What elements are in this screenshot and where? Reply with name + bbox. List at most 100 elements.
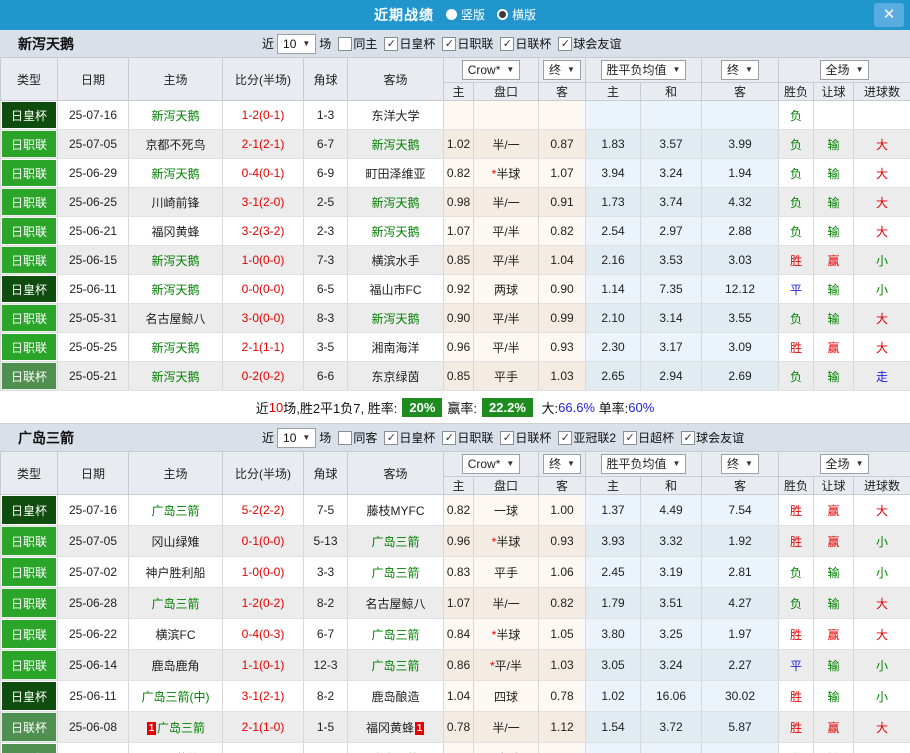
- handicap-cell: *平/半: [473, 649, 539, 681]
- odds-company-select[interactable]: Crow* ▼: [461, 454, 521, 474]
- avg-select[interactable]: 胜平负均值 ▼: [600, 454, 687, 474]
- avg-group-header: 胜平负均值 ▼: [585, 451, 702, 477]
- score-cell: 1-2(0-1): [222, 100, 304, 130]
- filter-checkbox[interactable]: ✓: [558, 430, 573, 445]
- single-rate-label: 单率:: [595, 400, 629, 416]
- date-cell: 25-06-08: [57, 711, 129, 743]
- result-goals-cell: 小: [853, 525, 910, 557]
- match-type-badge: 日职联: [2, 160, 56, 186]
- column-header: 客场: [347, 451, 444, 495]
- result-handicap-cell: [813, 100, 854, 130]
- away-team-cell: 福冈黄蜂 1: [347, 711, 444, 743]
- filter-checkbox[interactable]: ✓: [623, 430, 638, 445]
- table-row: 日职联 25-06-29 新泻天鹅 0-4(0-1) 6-9 町田泽维亚 0.82 *半球 1.…: [0, 158, 910, 188]
- layout-radio-label: 竖版: [460, 8, 485, 22]
- avg-away-cell: 2.27: [701, 649, 779, 681]
- result-wdl-cell: 负: [778, 303, 814, 333]
- filter-checkbox[interactable]: ✓: [442, 430, 457, 445]
- result-goals-cell: 大: [853, 711, 910, 743]
- odds-away-cell: 0.93: [538, 332, 586, 362]
- match-type-cell: 日职联: [0, 245, 58, 275]
- handicap-cell: 半/一: [473, 587, 539, 619]
- close-icon[interactable]: ✕: [874, 3, 904, 27]
- result-goals-cell: 大: [853, 618, 910, 650]
- home-team-cell: 名古屋鲸八: [128, 303, 223, 333]
- odds-company-select[interactable]: Crow* ▼: [461, 60, 521, 80]
- odds-away-cell: 1.03: [538, 361, 586, 391]
- avg-draw-cell: 3.74: [640, 187, 702, 217]
- layout-radio[interactable]: [497, 9, 508, 20]
- filter-checkbox[interactable]: ✓: [558, 36, 573, 51]
- scope-select[interactable]: 全场 ▼: [819, 454, 870, 474]
- filter-prefix-label: 近: [262, 37, 275, 51]
- result-handicap-cell: 赢: [813, 332, 854, 362]
- avg-draw-cell: 3.15: [640, 742, 702, 753]
- handicap-cell: 两球: [473, 274, 539, 304]
- table-row: 日职联 25-05-31 名古屋鲸八 3-0(0-0) 8-3 新泻天鹅 0.90 平/半 0.…: [0, 303, 910, 333]
- section-header: 广岛三箭近 10 ▼ 场同客 ✓ 日皇杯 ✓ 日职联 ✓ 日联杯 ✓ 亚冠联2 ✓ 日超杯 ✓ 球会友谊: [0, 424, 910, 451]
- avg-home-cell: 1.37: [585, 494, 641, 526]
- avg-draw-cell: 3.19: [640, 556, 702, 588]
- scope-select[interactable]: 全场 ▼: [819, 60, 870, 80]
- score-cell: 3-0(0-0): [222, 303, 304, 333]
- result-goals-cell: 小: [853, 556, 910, 588]
- match-type-cell: 日职联: [0, 332, 58, 362]
- recent-count-select[interactable]: 10 ▼: [277, 427, 317, 448]
- avg-select[interactable]: 胜平负均值 ▼: [600, 60, 687, 80]
- filter-checkbox[interactable]: ✓: [500, 36, 515, 51]
- odds-group-header: Crow* ▼: [443, 57, 539, 83]
- handicap-text: 半球: [496, 534, 521, 549]
- match-type-cell: 日皇杯: [0, 494, 58, 526]
- layout-radio[interactable]: [445, 9, 457, 20]
- match-type-badge: 日联杯: [2, 363, 56, 389]
- avg-away-cell: 1.97: [701, 618, 779, 650]
- result-goals-cell: 走: [853, 361, 910, 391]
- profit-rate-badge: 22.2%: [482, 397, 533, 417]
- corner-cell: 2-3: [303, 216, 348, 246]
- recent-count-select[interactable]: 10 ▼: [277, 33, 317, 54]
- odds-final-select[interactable]: 终 ▼: [543, 454, 581, 474]
- odds-final-select[interactable]: 终 ▼: [543, 60, 581, 80]
- away-team-name: 名古屋鲸八: [365, 596, 426, 611]
- away-team-cell: 名古屋鲸八: [347, 587, 444, 619]
- corner-cell: 3-3: [303, 556, 348, 588]
- big-rate-value: 66.6%: [558, 399, 595, 415]
- result-wdl-cell: 胜: [778, 618, 814, 650]
- filter-checkbox-label: 球会友谊: [573, 37, 622, 51]
- match-type-cell: 日职联: [0, 158, 58, 188]
- scope-select-value: 全场: [825, 457, 850, 471]
- chevron-down-icon: ▼: [302, 432, 311, 442]
- score-cell: 0-2(0-2): [222, 361, 304, 391]
- avg-final-select[interactable]: 终 ▼: [721, 60, 759, 80]
- layout-radio-label: 横版: [512, 8, 537, 22]
- column-header: 主场: [128, 57, 223, 101]
- avg-home-cell: 2.10: [585, 303, 641, 333]
- filter-checkbox[interactable]: ✓: [500, 430, 515, 445]
- avg-draw-cell: 3.14: [640, 303, 702, 333]
- date-cell: 25-06-29: [57, 158, 129, 188]
- chevron-down-icon: ▼: [567, 65, 575, 74]
- filter-checkbox[interactable]: [338, 430, 353, 445]
- odds-home-cell: 0.82: [443, 742, 474, 753]
- corner-cell: 12-3: [303, 649, 348, 681]
- date-cell: 25-06-14: [57, 649, 129, 681]
- home-team-cell: 新泻天鹅: [128, 361, 223, 391]
- avg-draw-cell: 2.94: [640, 361, 702, 391]
- filter-checkbox[interactable]: ✓: [384, 36, 399, 51]
- odds-home-cell: 1.02: [443, 129, 474, 159]
- filter-checkbox[interactable]: ✓: [681, 430, 696, 445]
- avg-final-select[interactable]: 终 ▼: [721, 454, 759, 474]
- handicap-cell: *半球: [473, 618, 539, 650]
- filter-checkbox[interactable]: [338, 36, 353, 51]
- avg-away-cell: 2.81: [701, 556, 779, 588]
- layout-radio-group: 竖版 横版: [434, 6, 536, 24]
- chevron-down-icon: ▼: [672, 459, 681, 468]
- odds-away-cell: [538, 100, 586, 130]
- filter-checkbox[interactable]: ✓: [442, 36, 457, 51]
- home-team-name: 名古屋鲸八: [145, 311, 206, 326]
- odds-home-cell: 0.82: [443, 494, 474, 526]
- recent-count-select-value: 10: [283, 36, 297, 51]
- corner-cell: 1-3: [303, 100, 348, 130]
- filter-checkbox[interactable]: ✓: [384, 430, 399, 445]
- handicap-text: 平/半: [494, 658, 522, 673]
